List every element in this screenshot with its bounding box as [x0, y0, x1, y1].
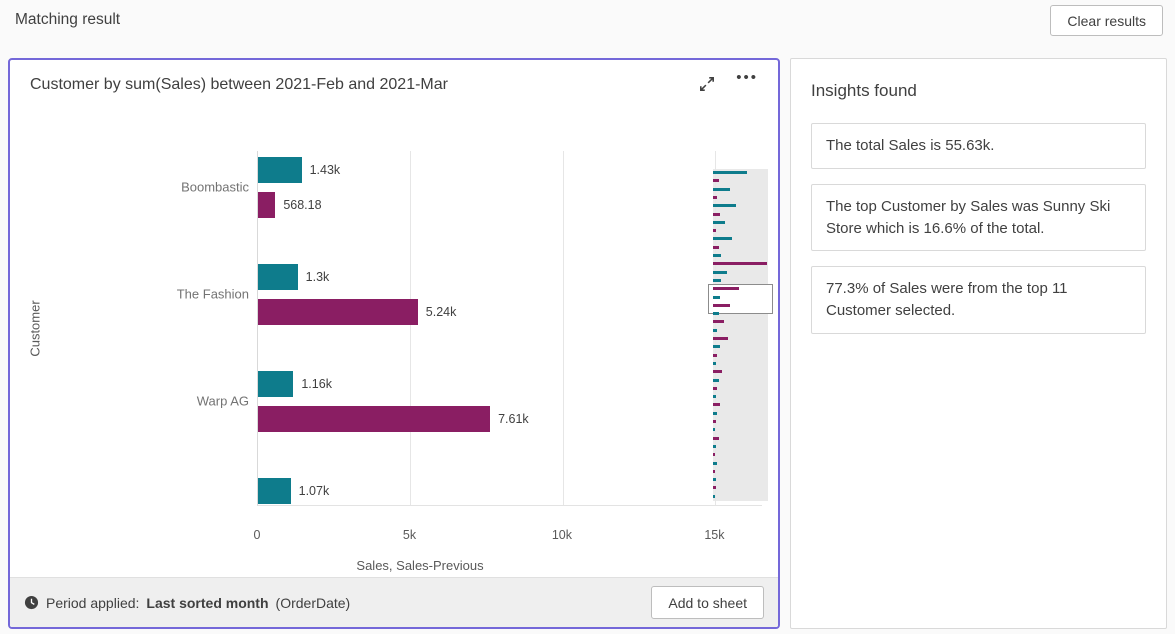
insight-card: 77.3% of Sales were from the top 11 Cust…: [811, 266, 1146, 334]
insight-text: The top Customer by Sales was Sunny Ski …: [826, 198, 1110, 237]
minimap-bar: [713, 387, 717, 390]
minimap-bar: [713, 379, 719, 382]
period-applied-label: Period applied:: [46, 595, 139, 611]
minimap-bar: [713, 262, 767, 265]
bar-value-label: 1.43k: [310, 163, 341, 177]
minimap-bar: [713, 362, 716, 365]
minimap-bar: [713, 329, 717, 332]
page: { "page": { "title": "Matching result", …: [0, 0, 1175, 634]
minimap-bar: [713, 395, 716, 398]
gridline: [563, 151, 564, 505]
minimap-bar: [713, 271, 727, 274]
bar-sales[interactable]: [258, 157, 302, 183]
period-applied-field: (OrderDate): [276, 595, 351, 611]
topbar: Matching result Clear results: [0, 0, 1175, 44]
minimap-bar: [713, 412, 717, 415]
minimap-bar: [713, 437, 719, 440]
minimap-bar: [713, 246, 719, 249]
x-axis-title: Sales, Sales-Previous: [170, 558, 670, 573]
period-applied-value: Last sorted month: [146, 595, 268, 611]
page-title: Matching result: [15, 11, 120, 29]
y-axis-title-text: Customer: [28, 300, 43, 356]
bar-value-label: 1.3k: [306, 270, 330, 284]
minimap-bar: [713, 237, 732, 240]
minimap-bar: [713, 445, 716, 448]
chart-title: Customer by sum(Sales) between 2021-Feb …: [30, 76, 448, 94]
minimap-bar: [713, 370, 722, 373]
bar-sales[interactable]: [258, 264, 298, 290]
more-options-icon[interactable]: •••: [736, 69, 758, 86]
clock-icon: [24, 595, 39, 610]
y-category-label: Boombastic: [181, 180, 249, 195]
minimap[interactable]: [713, 169, 768, 501]
minimap-bar: [713, 337, 728, 340]
bar-sales-previous[interactable]: [258, 299, 418, 325]
y-category-label: Warp AG: [197, 394, 249, 409]
insight-card: The top Customer by Sales was Sunny Ski …: [811, 184, 1146, 252]
minimap-bar: [713, 345, 720, 348]
insight-text: The total Sales is 55.63k.: [826, 137, 994, 154]
bar-value-label: 1.16k: [301, 377, 332, 391]
chart-card[interactable]: Customer by sum(Sales) between 2021-Feb …: [8, 58, 780, 629]
insights-panel: Insights found The total Sales is 55.63k…: [790, 58, 1167, 629]
clear-results-button[interactable]: Clear results: [1050, 5, 1163, 36]
x-tick-label: 5k: [403, 528, 416, 542]
bar-sales-previous[interactable]: [258, 406, 490, 432]
plot-area: Boombastic1.43k568.18The Fashion1.3k5.24…: [257, 151, 762, 506]
minimap-bar: [713, 287, 739, 290]
bar-sales[interactable]: [258, 371, 293, 397]
bar-value-label: 5.24k: [426, 305, 457, 319]
minimap-bar: [713, 204, 736, 207]
minimap-bar: [713, 312, 719, 315]
minimap-bar: [713, 221, 725, 224]
minimap-bar: [713, 296, 720, 299]
minimap-bar: [713, 420, 716, 423]
minimap-bar: [713, 453, 715, 456]
expand-icon[interactable]: [698, 75, 716, 93]
minimap-bar: [713, 196, 717, 199]
bar-value-label: 1.07k: [299, 484, 330, 498]
insight-text: 77.3% of Sales were from the top 11 Cust…: [826, 280, 1068, 319]
minimap-bar: [713, 229, 716, 232]
chart-card-header: Customer by sum(Sales) between 2021-Feb …: [10, 60, 778, 108]
bar-value-label: 568.18: [283, 198, 321, 212]
minimap-bar: [713, 403, 720, 406]
add-to-sheet-button[interactable]: Add to sheet: [651, 586, 764, 619]
minimap-bar: [713, 478, 716, 481]
minimap-bar: [713, 428, 715, 431]
x-tick-label: 10k: [552, 528, 572, 542]
y-axis-title: Customer: [24, 151, 46, 506]
minimap-bar: [713, 462, 717, 465]
x-axis-ticks: 0 5k 10k 15k: [257, 528, 762, 544]
bar-sales[interactable]: [258, 478, 291, 504]
bar-sales-previous[interactable]: [258, 192, 275, 218]
bar-value-label: 7.61k: [498, 412, 529, 426]
insight-card: The total Sales is 55.63k.: [811, 123, 1146, 169]
minimap-bar: [713, 188, 730, 191]
x-tick-label: 0: [254, 528, 261, 542]
minimap-bar: [713, 279, 721, 282]
minimap-bar: [713, 495, 715, 498]
insights-title: Insights found: [811, 81, 1146, 101]
minimap-bar: [713, 354, 717, 357]
minimap-bar: [713, 304, 730, 307]
minimap-bar: [713, 171, 747, 174]
minimap-bar: [713, 179, 719, 182]
minimap-bar: [713, 213, 720, 216]
y-category-label: The Fashion: [177, 287, 249, 302]
minimap-bar: [713, 254, 721, 257]
minimap-bar: [713, 470, 715, 473]
gridline: [410, 151, 411, 505]
chart-card-footer: Period applied: Last sorted month (Order…: [10, 577, 778, 627]
minimap-bar: [713, 486, 716, 489]
x-tick-label: 15k: [704, 528, 724, 542]
minimap-bar: [713, 320, 724, 323]
